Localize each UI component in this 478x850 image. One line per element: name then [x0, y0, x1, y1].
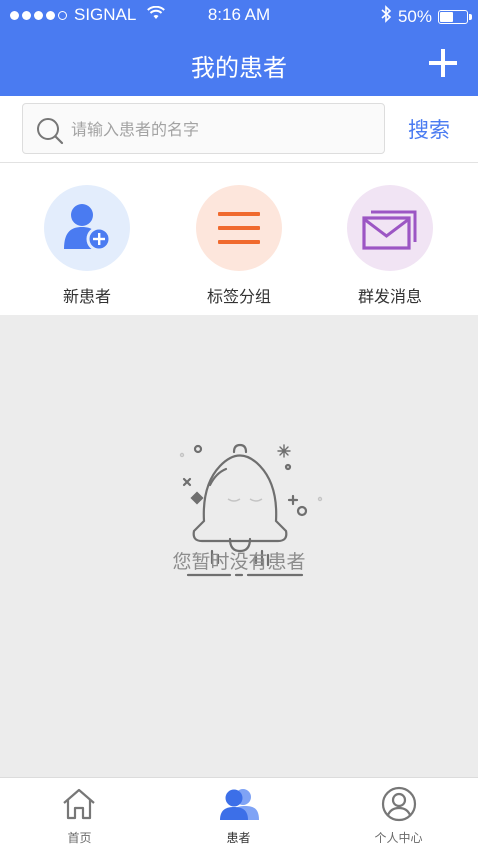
bluetooth-icon [380, 5, 392, 28]
tab-profile[interactable]: 个人中心 [319, 778, 478, 850]
home-icon [63, 788, 95, 820]
nav-bar: 我的患者 [0, 30, 478, 96]
tag-group-action[interactable]: 标签分组 [179, 185, 299, 307]
tab-bar: 首页 患者 个人中心 [0, 777, 478, 850]
search-input[interactable] [71, 114, 371, 144]
search-row: 搜索 [0, 96, 478, 163]
group-message-icon-circle [347, 185, 433, 271]
search-button[interactable]: 搜索 [408, 114, 450, 144]
page-title: 我的患者 [191, 54, 287, 82]
tab-profile-label: 个人中心 [374, 831, 423, 845]
empty-message: 您暂时没有患者 [172, 551, 306, 573]
plus-icon-vertical [441, 49, 445, 77]
tab-patients-label: 患者 [226, 831, 251, 845]
status-bar: SIGNAL 8:16 AM 50% [0, 0, 478, 30]
empty-state: 您暂时没有患者 [0, 315, 478, 777]
search-box[interactable] [22, 103, 385, 154]
battery-percent: 50% [397, 6, 432, 26]
group-message-label: 群发消息 [357, 287, 422, 306]
new-patient-icon-circle [44, 185, 130, 271]
add-patient-button[interactable] [426, 46, 460, 80]
new-patient-label: 新患者 [62, 287, 111, 306]
status-right: 50% [380, 5, 472, 28]
tab-home-label: 首页 [67, 831, 92, 845]
tab-home[interactable]: 首页 [0, 778, 159, 850]
tag-group-icon-circle [196, 185, 282, 271]
quick-actions: 新患者 标签分组 群发消息 [0, 163, 478, 315]
add-patient-icon [64, 204, 112, 252]
tab-patients[interactable]: 患者 [159, 778, 318, 850]
group-message-action[interactable]: 群发消息 [330, 185, 450, 307]
mail-icon [362, 210, 417, 250]
battery-fill [440, 11, 453, 22]
search-icon [37, 118, 64, 145]
patients-icon [220, 789, 259, 820]
tag-group-label: 标签分组 [206, 287, 271, 306]
profile-icon [381, 786, 417, 822]
battery-icon [438, 9, 472, 24]
new-patient-action[interactable]: 新患者 [27, 185, 147, 307]
list-icon [218, 212, 260, 244]
